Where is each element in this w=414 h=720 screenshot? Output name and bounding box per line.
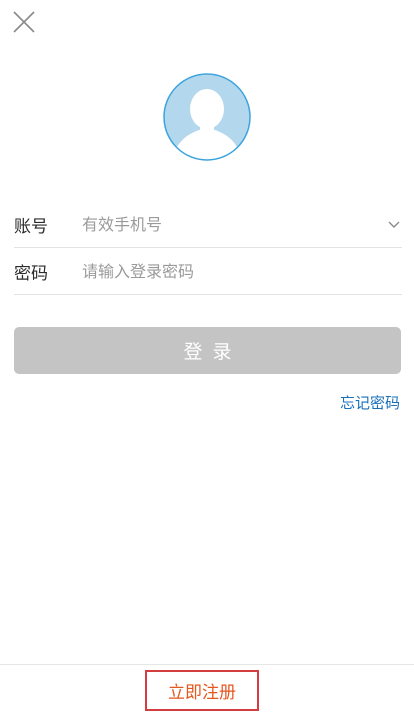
close-button[interactable] — [10, 8, 38, 36]
account-label: 账号 — [14, 216, 48, 237]
chevron-down-icon — [388, 221, 400, 228]
password-label: 密码 — [14, 263, 48, 284]
user-avatar-icon — [163, 73, 251, 161]
forgot-password-link[interactable]: 忘记密码 — [340, 392, 400, 413]
bottom-divider — [0, 664, 414, 665]
account-input[interactable] — [82, 209, 386, 239]
avatar — [162, 72, 252, 162]
account-row: 账号 — [14, 201, 402, 248]
password-input[interactable] — [82, 256, 402, 286]
register-button[interactable]: 立即注册 — [145, 670, 259, 711]
login-button[interactable]: 登录 — [14, 327, 401, 374]
close-icon — [13, 11, 35, 33]
password-row: 密码 — [14, 248, 402, 295]
account-dropdown-button[interactable] — [386, 216, 402, 232]
